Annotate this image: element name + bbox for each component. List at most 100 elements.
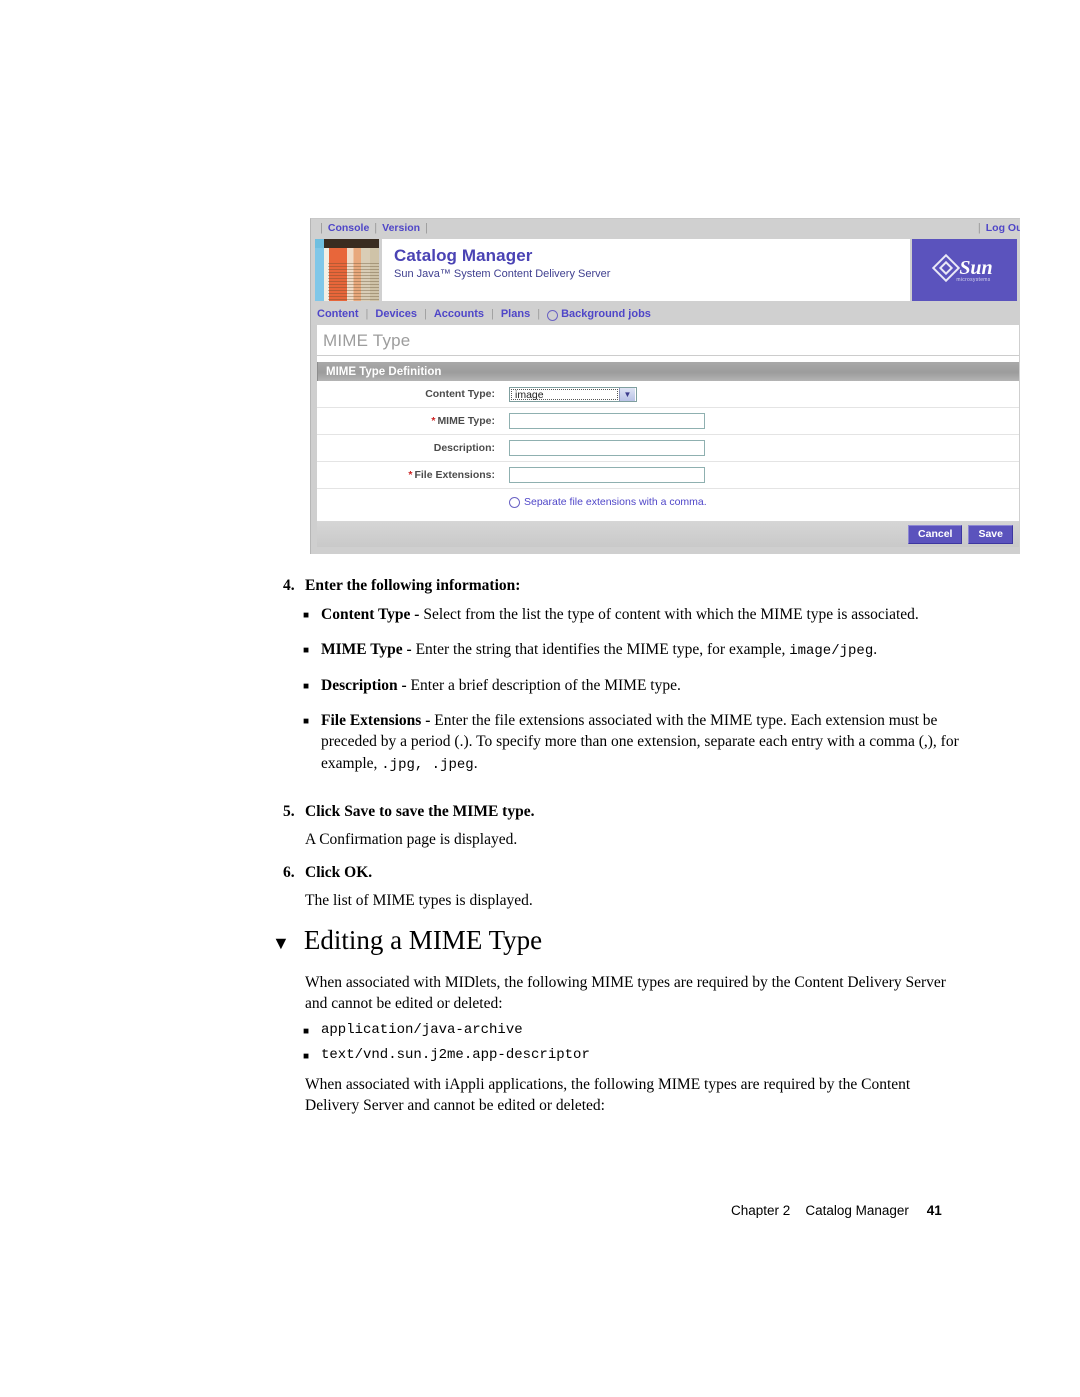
nav-item-devices[interactable]: Devices (375, 308, 417, 320)
logout-link[interactable]: Log Out (986, 222, 1020, 234)
list-item: ■ text/vnd.sun.j2me.app-descriptor (303, 1044, 590, 1069)
help-icon[interactable] (547, 309, 559, 321)
sun-wordmark: Sun (959, 256, 993, 279)
step-4-number: 4. (283, 577, 295, 594)
bullet-file-extensions-text: File Extensions - Enter the file extensi… (321, 710, 963, 777)
nav-separator-1: | (365, 308, 369, 320)
description-label: Description: (433, 442, 495, 454)
mime-type-label-text: MIME Type: (437, 415, 495, 427)
topbar-separator-2: | (374, 222, 378, 234)
hint-text: Separate file extensions with a comma. (524, 496, 707, 508)
form-row-hint: Separate file extensions with a comma. (317, 489, 1019, 515)
bullet-file-extensions-term: File Extensions - (321, 711, 435, 729)
nav-item-background-jobs[interactable]: Background jobs (561, 308, 651, 320)
file-extensions-control (503, 466, 705, 484)
nav-item-plans[interactable]: Plans (501, 308, 530, 320)
banner-title-block: Catalog Manager Sun Java™ System Content… (382, 239, 910, 301)
step-6: 6. Click OK. (283, 864, 372, 882)
bullet-content-type-term: Content Type - (321, 606, 424, 623)
bookshelf-top-band (315, 239, 379, 248)
bookshelf-image (315, 239, 379, 301)
nav-item-accounts[interactable]: Accounts (434, 308, 484, 320)
iappli-paragraph: When associated with iAppli applications… (305, 1076, 911, 1114)
nav-separator-3: | (490, 308, 494, 320)
footer-title: Catalog Manager (805, 1203, 909, 1218)
bullet-content-type: ■ Content Type - Select from the list th… (303, 604, 963, 627)
step-4-text: Enter the following information: (305, 577, 521, 594)
content-type-select[interactable]: image ▼ (509, 386, 637, 402)
bullet-description-term: Description - (321, 676, 411, 694)
section-heading-editing-mime-type: ▼ Editing a MIME Type (272, 925, 542, 958)
step-4-bullet-list: ■ Content Type - Select from the list th… (303, 604, 963, 788)
step-6-number: 6. (283, 864, 295, 881)
step-4: 4. Enter the following information: (283, 577, 520, 595)
bullet-mime-type-term: MIME Type - (321, 641, 416, 658)
bullet-mime-type: ■ MIME Type - Enter the string that iden… (303, 639, 963, 663)
chevron-down-icon[interactable]: ▼ (619, 387, 635, 401)
content-type-value: image (511, 388, 618, 400)
file-extensions-input[interactable] (509, 466, 705, 483)
bullet-mime-type-body: Enter the string that identifies the MIM… (415, 641, 790, 658)
section-heading-text: Editing a MIME Type (303, 925, 543, 955)
app-subtitle: Sun Java™ System Content Delivery Server (394, 268, 611, 280)
app-title: Catalog Manager (394, 246, 533, 265)
triangle-down-icon: ▼ (272, 933, 290, 953)
topbar-separator-4: | (977, 222, 981, 234)
bullet-file-extensions-code: .jpg, .jpeg (381, 756, 474, 773)
app-topbar: | Console | Version | | Log Out (311, 219, 1020, 237)
file-extensions-label: * File Extensions: (317, 469, 503, 481)
form-row-description: Description: (317, 435, 1019, 462)
step-5-number: 5. (283, 803, 295, 820)
footer-chapter: Chapter 2 (731, 1203, 791, 1218)
book-spines (315, 247, 379, 301)
content-type-control: image ▼ (503, 386, 637, 402)
nav-separator-2: | (424, 308, 427, 320)
mime-type-control (503, 412, 705, 430)
form-row-mime-type: * MIME Type: (317, 408, 1019, 435)
list-item: ■ application/java-archive (303, 1019, 590, 1044)
mime-type-app-descriptor: text/vnd.sun.j2me.app-descriptor (321, 1047, 590, 1063)
topbar-separator-1: | (320, 222, 323, 234)
save-button[interactable]: Save (968, 524, 1013, 544)
bullet-description-text: Description - Enter a brief description … (321, 675, 681, 698)
mime-type-form: Content Type: image ▼ * MIME Type: Descri… (317, 381, 1019, 515)
info-icon (509, 496, 520, 508)
topbar-separator-3: | (425, 222, 428, 234)
description-control (503, 439, 705, 457)
bullet-square-icon: ■ (303, 1026, 310, 1037)
mime-type-input[interactable] (509, 412, 705, 429)
bullet-mime-type-text: MIME Type - Enter the string that identi… (321, 639, 877, 663)
bullet-content-type-text: Content Type - Select from the list the … (321, 604, 919, 627)
cancel-button[interactable]: Cancel (908, 524, 963, 544)
embedded-screenshot: | Console | Version | | Log Out Catalog … (310, 218, 1020, 554)
console-link[interactable]: Console (328, 222, 369, 234)
bullet-description-body: Enter a brief description of the MIME ty… (410, 676, 681, 694)
sun-microsystems-text: microsystems (956, 276, 991, 283)
sun-logo-mark: Sun (932, 253, 993, 282)
step-6-text: Click OK. (305, 864, 373, 881)
page-content: MIME Type MIME Type Definition Content T… (317, 325, 1019, 547)
description-input[interactable] (509, 439, 705, 456)
version-link[interactable]: Version (382, 222, 420, 234)
step-5: 5. Click Save to save the MIME type. (283, 803, 534, 821)
bullet-square-icon: ■ (303, 610, 310, 621)
step-5-text-pre: Click (305, 803, 345, 820)
footer-page-number: 41 (926, 1203, 942, 1218)
bullet-description: ■ Description - Enter a brief descriptio… (303, 675, 963, 698)
form-row-file-extensions: * File Extensions: (317, 462, 1019, 489)
step-5-result: A Confirmation page is displayed. (305, 831, 518, 848)
content-type-label: Content Type: (425, 388, 495, 400)
bullet-square-icon: ■ (303, 645, 310, 656)
required-asterisk-file-extensions: * (408, 469, 413, 481)
midlets-type-list: ■ application/java-archive ■ text/vnd.su… (303, 1019, 590, 1069)
bullet-square-icon: ■ (303, 715, 310, 727)
page-title: MIME Type (317, 325, 1019, 356)
page-footer: Chapter 2 Catalog Manager 41 (731, 1203, 942, 1218)
primary-nav: Content | Devices | Accounts | Plans | B… (311, 303, 1020, 325)
bullet-file-extensions-tail: . (473, 754, 478, 772)
file-extensions-hint: Separate file extensions with a comma. (503, 493, 707, 511)
mime-type-java-archive: application/java-archive (321, 1022, 523, 1038)
panel-footer: Cancel Save (317, 521, 1019, 547)
nav-item-content[interactable]: Content (317, 308, 359, 320)
step-5-text-post: to save the MIME type. (375, 803, 535, 820)
